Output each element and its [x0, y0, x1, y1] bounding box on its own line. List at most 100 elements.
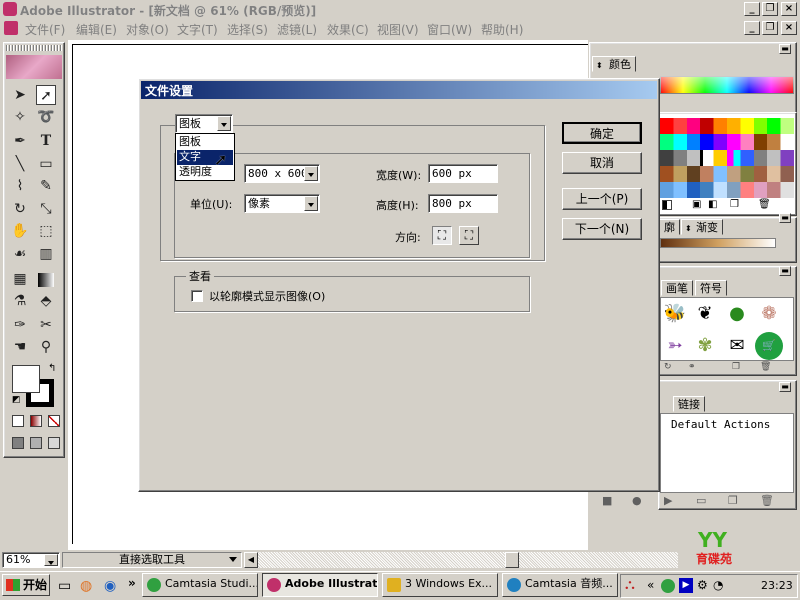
tray-expand-icon[interactable]: «	[647, 578, 654, 592]
doc-minimize-button[interactable]: _	[744, 21, 760, 35]
status-tool-field[interactable]: 直接选取工具	[62, 552, 242, 568]
show-gradient-swatches-icon[interactable]: ◧	[708, 199, 717, 210]
horizontal-scrollbar-thumb[interactable]	[505, 552, 519, 568]
horizontal-scrollbar-track[interactable]	[258, 552, 678, 568]
doc-close-button[interactable]: ×	[781, 21, 797, 35]
tab-links[interactable]: 链接	[673, 396, 705, 412]
rotate-tool-icon[interactable]: ↻	[10, 199, 30, 219]
delete-swatch-icon[interactable]: 🗑	[758, 199, 771, 210]
minimize-button[interactable]: _	[744, 2, 760, 16]
tab-color[interactable]: ⬍ 颜色	[592, 56, 636, 72]
status-menu-arrow-icon[interactable]	[229, 557, 237, 562]
default-colors-icon[interactable]: ◩	[12, 395, 21, 405]
width-input[interactable]: 600 px	[428, 164, 498, 183]
screen-mode-standard-icon[interactable]	[12, 437, 24, 449]
portrait-orientation-button[interactable]: ⛶	[432, 226, 452, 245]
taskbar-item-windows-explorer[interactable]: 3 Windows Ex...	[382, 573, 498, 597]
quicklaunch-desktop-icon[interactable]: ▭	[58, 578, 71, 594]
record-icon[interactable]: ●	[632, 494, 642, 507]
symbol-sprayer-icon[interactable]: ☙	[10, 244, 30, 264]
hand-tool-icon[interactable]: ☚	[10, 337, 30, 357]
mesh-tool-icon[interactable]: ▦	[10, 269, 30, 289]
actions-item[interactable]: Default Actions	[671, 418, 770, 431]
ok-button[interactable]: 确定	[562, 122, 642, 144]
gradient-panel-close-button[interactable]: ▬	[779, 213, 791, 223]
menu-select[interactable]: 选择(S)	[227, 21, 268, 38]
symbol-envelope-icon[interactable]: ✉	[723, 332, 751, 360]
gradient-tool-icon[interactable]	[38, 273, 54, 287]
new-set-icon[interactable]: ▭	[696, 494, 706, 507]
outline-checkbox[interactable]	[191, 290, 203, 302]
quicklaunch-firefox-icon[interactable]: ◍	[80, 578, 92, 594]
scissors-icon[interactable]: ✂	[36, 315, 56, 335]
taskbar-item-camtasia-studio[interactable]: Camtasia Studi...	[142, 573, 258, 597]
slice-tool-icon[interactable]: ✑	[10, 315, 30, 335]
menu-edit[interactable]: 编辑(E)	[76, 21, 117, 38]
menu-filter[interactable]: 滤镜(L)	[277, 21, 317, 38]
height-input[interactable]: 800 px	[428, 194, 498, 213]
quicklaunch-app-icon[interactable]: ◉	[104, 578, 116, 594]
landscape-orientation-button[interactable]: ⛶	[459, 226, 479, 245]
eyedropper-icon[interactable]: ⚗	[10, 291, 30, 311]
tray-record-icon[interactable]	[661, 579, 675, 593]
screen-mode-menu-icon[interactable]	[30, 437, 42, 449]
new-symbol-icon[interactable]: ❐	[732, 362, 740, 372]
show-color-swatches-icon[interactable]: ▣	[692, 199, 701, 210]
show-all-swatches-icon[interactable]	[662, 200, 672, 210]
taskbar-item-illustrator[interactable]: Adobe Illustrat...	[262, 573, 378, 597]
new-action-icon[interactable]: ❐	[728, 494, 738, 507]
warp-tool-icon[interactable]: ✋	[10, 221, 30, 241]
direct-selection-tool-icon[interactable]: ➚	[36, 85, 56, 105]
ime-icon[interactable]: ⛬	[625, 577, 635, 593]
category-option-artboard[interactable]: 图板	[177, 135, 233, 150]
gradient-mode-icon[interactable]	[30, 415, 42, 427]
symbols-panel-close-button[interactable]: ▬	[779, 266, 791, 276]
screen-mode-full-icon[interactable]	[48, 437, 60, 449]
place-symbol-icon[interactable]: ↻	[664, 362, 672, 372]
zoom-tool-icon[interactable]: ⚲	[36, 337, 56, 357]
menu-view[interactable]: 视图(V)	[377, 21, 419, 38]
taskbar-item-camtasia-audio[interactable]: Camtasia 音频...	[502, 573, 618, 597]
restore-button[interactable]: ❐	[762, 2, 778, 16]
delete-symbol-icon[interactable]: 🗑	[760, 362, 771, 372]
tray-volume-icon[interactable]: ◔	[713, 578, 723, 592]
paintbrush-icon[interactable]: ⌇	[10, 176, 30, 196]
blend-tool-icon[interactable]: ⬘	[36, 291, 56, 311]
tray-network-icon[interactable]: ⚙	[697, 578, 708, 592]
menu-effect[interactable]: 效果(C)	[327, 21, 369, 38]
line-tool-icon[interactable]: ╲	[10, 154, 30, 174]
category-dropdown-arrow-icon[interactable]	[217, 116, 231, 131]
units-select[interactable]: 像素	[244, 194, 320, 213]
graph-tool-icon[interactable]: ▥	[36, 244, 56, 264]
category-select[interactable]: 图板	[175, 114, 233, 133]
actions-panel-close-button[interactable]: ▬	[779, 382, 791, 392]
tab-outline[interactable]: 廓	[659, 219, 680, 235]
zoom-dropdown-arrow-icon[interactable]	[44, 554, 58, 566]
size-dropdown-arrow-icon[interactable]	[304, 166, 318, 181]
symbol-fish-icon[interactable]: ➳	[661, 332, 689, 360]
lasso-icon[interactable]: ➰	[36, 107, 56, 127]
zoom-field[interactable]: 61%	[2, 552, 60, 568]
close-button[interactable]: ×	[781, 2, 797, 16]
none-mode-icon[interactable]	[48, 415, 60, 427]
gradient-bar[interactable]	[660, 238, 776, 248]
units-dropdown-arrow-icon[interactable]	[304, 196, 318, 211]
menu-object[interactable]: 对象(O)	[126, 21, 169, 38]
break-link-icon[interactable]: ⚭	[688, 362, 696, 372]
scale-tool-icon[interactable]: ⤡	[36, 199, 56, 219]
play-icon[interactable]: ▶	[664, 494, 672, 507]
tab-symbols[interactable]: 符号	[695, 280, 727, 296]
color-mode-icon[interactable]	[12, 415, 24, 427]
size-select[interactable]: 800 x 600	[244, 164, 320, 183]
pencil-icon[interactable]: ✎	[36, 176, 56, 196]
tab-gradient[interactable]: ⬍ 渐变	[681, 219, 723, 235]
delete-action-icon[interactable]: 🗑	[760, 494, 774, 507]
new-swatch-icon[interactable]: ❐	[730, 199, 739, 210]
scroll-left-button[interactable]: ◀	[244, 552, 258, 568]
menu-window[interactable]: 窗口(W)	[427, 21, 472, 38]
previous-button[interactable]: 上一个(P)	[562, 188, 642, 210]
stop-recording-icon[interactable]: ■	[602, 494, 612, 507]
symbol-apple-icon[interactable]: ●	[723, 300, 751, 328]
doc-restore-button[interactable]: ❐	[762, 21, 778, 35]
tray-play-icon[interactable]: ▶	[679, 578, 693, 593]
